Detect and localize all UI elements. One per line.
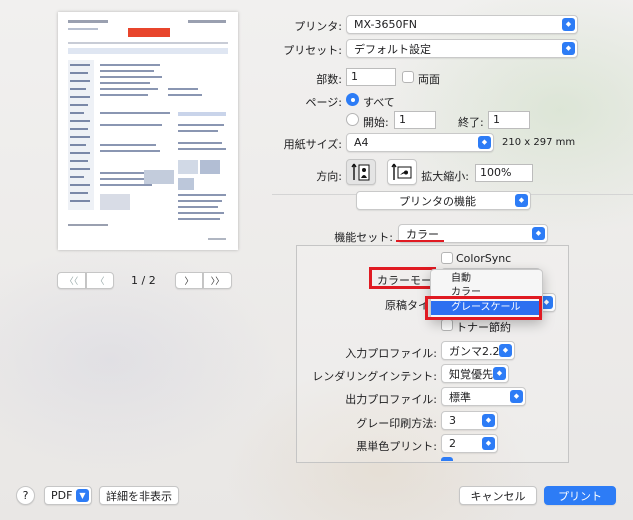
- preset-value: デフォルト設定: [354, 42, 431, 56]
- pages-label: ページ:: [305, 96, 343, 109]
- menu-item-auto[interactable]: 自動: [431, 272, 542, 286]
- black-print-value: 2: [449, 437, 456, 450]
- chevron-updown-icon: ◆: [499, 344, 512, 357]
- printer-value: MX-3650FN: [354, 18, 417, 31]
- paper-size-value: A4: [354, 136, 369, 149]
- chevron-updown-icon: ◆: [493, 367, 506, 380]
- chevron-updown-icon: ◆: [510, 390, 523, 403]
- output-profile-popup[interactable]: 標準 ◆: [441, 387, 526, 406]
- printer-popup[interactable]: MX-3650FN ◆: [346, 15, 578, 34]
- chevron-updown-icon: ◆: [562, 18, 575, 31]
- chevron-updown-icon: ◆: [562, 42, 575, 55]
- scale-field[interactable]: 100%: [475, 164, 533, 182]
- pages-all-label: すべて: [363, 96, 395, 109]
- input-profile-value: ガンマ2.2: [449, 344, 500, 358]
- pdf-menu-button[interactable]: PDF ▼: [44, 486, 92, 505]
- output-profile-value: 標準: [449, 390, 471, 404]
- pages-to-label: 終了:: [458, 116, 484, 129]
- paper-dimensions: 210 x 297 mm: [502, 137, 576, 148]
- preview-first-page-button[interactable]: 〈〈: [57, 272, 86, 289]
- copies-label: 部数:: [316, 73, 342, 86]
- help-button[interactable]: ?: [16, 486, 35, 505]
- pages-from-field[interactable]: 1: [394, 111, 436, 129]
- duplex-checkbox[interactable]: [402, 71, 414, 83]
- paper-size-label: 用紙サイズ:: [283, 138, 342, 151]
- preset-popup[interactable]: デフォルト設定 ◆: [346, 39, 578, 58]
- chevron-updown-icon: ◆: [482, 437, 495, 450]
- orientation-label: 方向:: [316, 170, 342, 183]
- pages-to-field[interactable]: 1: [488, 111, 530, 129]
- black-print-popup[interactable]: 2 ◆: [441, 434, 498, 453]
- chevron-updown-icon: ◆: [478, 136, 491, 149]
- input-profile-popup[interactable]: ガンマ2.2 ◆: [441, 341, 515, 360]
- colorsync-label: ColorSync: [456, 252, 512, 265]
- colorsync-checkbox[interactable]: [441, 252, 453, 264]
- rendering-intent-label: レンダリングインテント:: [312, 370, 437, 383]
- page-preview-graphic: [68, 20, 228, 240]
- feature-set-underline: [396, 240, 444, 242]
- input-profile-label: 入力プロファイル:: [345, 347, 437, 360]
- pages-range-radio[interactable]: [346, 113, 359, 126]
- orientation-portrait-button[interactable]: [346, 159, 376, 185]
- orientation-landscape-button[interactable]: [387, 159, 417, 185]
- page-indicator: 1 / 2: [131, 274, 156, 287]
- toner-save-checkbox[interactable]: [441, 319, 453, 331]
- print-button[interactable]: プリント: [544, 486, 616, 505]
- section-popup-value: プリンタの機能: [399, 194, 476, 208]
- feature-set-label: 機能セット:: [334, 231, 393, 244]
- paper-size-popup[interactable]: A4 ◆: [346, 133, 494, 152]
- clipped-checkbox[interactable]: [441, 457, 453, 461]
- hide-details-button[interactable]: 詳細を非表示: [99, 486, 179, 505]
- preset-label: プリセット:: [283, 44, 342, 57]
- toner-save-label: トナー節約: [456, 321, 511, 334]
- gray-print-method-label: グレー印刷方法:: [356, 417, 437, 430]
- gray-print-method-popup[interactable]: 3 ◆: [441, 411, 498, 430]
- printer-label: プリンタ:: [294, 20, 342, 33]
- page-preview: [58, 12, 238, 250]
- preview-last-page-button[interactable]: 〉〉: [203, 272, 232, 289]
- pages-from-label: 開始:: [363, 116, 389, 129]
- pdf-label: PDF: [51, 489, 73, 502]
- chevron-updown-icon: ◆: [482, 414, 495, 427]
- color-mode-highlight: [369, 267, 436, 289]
- chevron-down-icon: ▼: [76, 489, 89, 502]
- cancel-button[interactable]: キャンセル: [459, 486, 537, 505]
- landscape-person-icon: [391, 163, 412, 180]
- duplex-label: 両面: [418, 73, 440, 86]
- rendering-intent-popup[interactable]: 知覚優先 ◆: [441, 364, 509, 383]
- copies-field[interactable]: 1: [346, 68, 396, 86]
- section-popup[interactable]: プリンタの機能 ◆: [356, 191, 531, 210]
- scale-label: 拡大縮小:: [421, 170, 469, 183]
- preview-prev-page-button[interactable]: 〈: [86, 272, 114, 289]
- portrait-person-icon: [351, 163, 370, 181]
- output-profile-label: 出力プロファイル:: [345, 393, 437, 406]
- pages-all-radio[interactable]: [346, 93, 359, 106]
- grayscale-highlight: [425, 296, 542, 320]
- black-print-label: 黒単色プリント:: [356, 440, 437, 453]
- chevron-updown-icon: ◆: [532, 227, 545, 240]
- preview-next-page-button[interactable]: 〉: [175, 272, 203, 289]
- rendering-intent-value: 知覚優先: [449, 367, 493, 381]
- gray-print-method-value: 3: [449, 414, 456, 427]
- chevron-updown-icon: ◆: [515, 194, 528, 207]
